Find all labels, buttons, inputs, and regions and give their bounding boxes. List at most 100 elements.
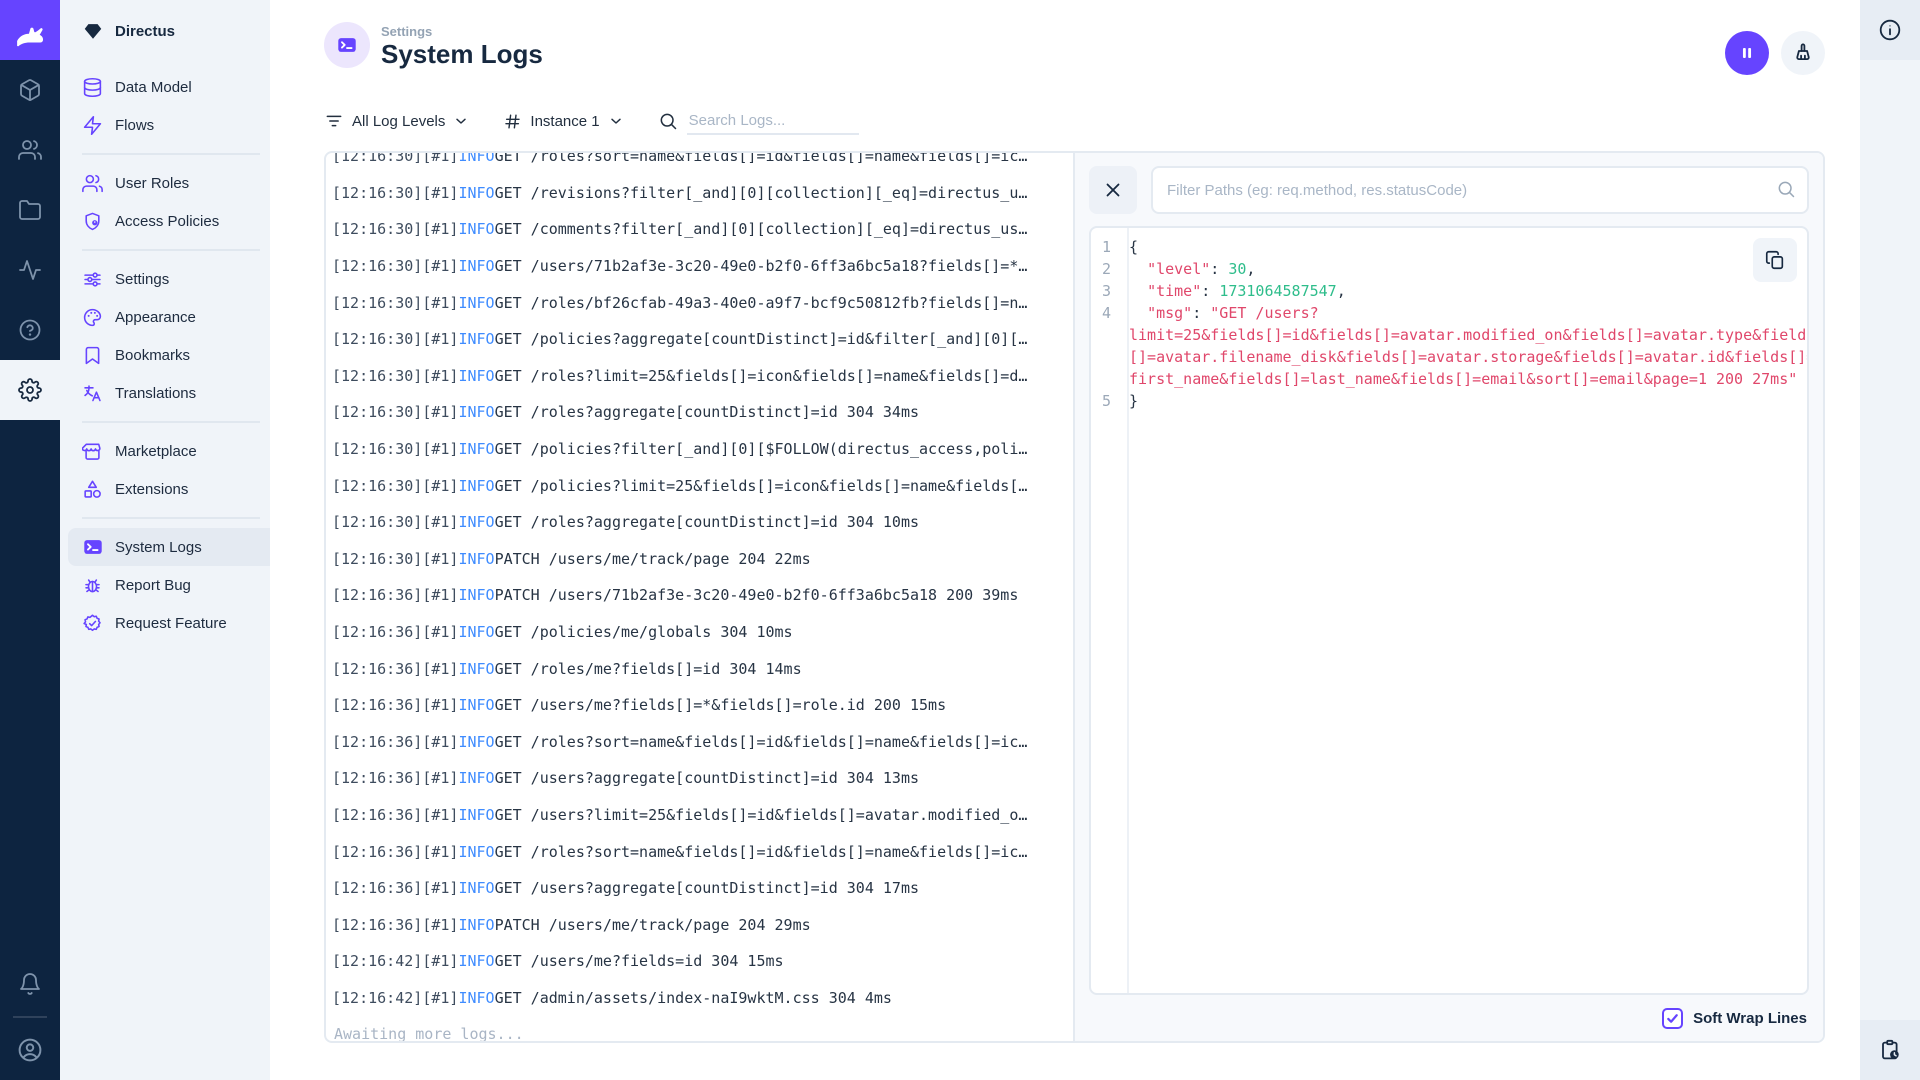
log-timestamp: [12:16:36] [332,915,423,934]
log-message: PATCH /users/me/track/page 204 22ms [494,549,811,568]
log-row[interactable]: [12:16:30] [#1] INFO GET /policies?limit… [332,467,1067,504]
project-header[interactable]: Directus [60,0,270,62]
log-instance: [#1] [422,403,459,422]
gem-icon [82,20,104,42]
log-row[interactable]: [12:16:30] [#1] INFO GET /users/71b2af3e… [332,248,1067,285]
log-message: GET /roles?aggregate[countDistinct]=id 3… [494,403,920,422]
code-text: "level": 30, [1147,260,1256,278]
log-level: INFO [458,842,495,861]
sidebar-item-data-model[interactable]: Data Model [60,68,270,106]
sidebar-item-flows[interactable]: Flows [60,106,270,144]
line-number: 3 [1101,282,1111,300]
badge-check-icon [82,613,103,634]
log-rows: [12:16:30] [#1] INFO GET /roles?sort=nam… [332,153,1067,1016]
log-row[interactable]: [12:16:30] [#1] INFO GET /roles?aggregat… [332,394,1067,431]
log-message: GET /roles?limit=25&fields[]=icon&fields… [494,366,1028,385]
log-row[interactable]: [12:16:30] [#1] INFO GET /policies?filte… [332,431,1067,468]
soft-wrap-label: Soft Wrap Lines [1693,1009,1807,1027]
code-line: first_name&fields[]=last_name&fields[]=e… [1091,368,1807,390]
log-row[interactable]: [12:16:36] [#1] INFO GET /roles/me?field… [332,650,1067,687]
log-row[interactable]: [12:16:36] [#1] INFO GET /policies/me/gl… [332,614,1067,651]
module-item-docs[interactable] [0,300,60,360]
terminal-icon [336,34,358,56]
log-row[interactable]: [12:16:36] [#1] INFO PATCH /users/71b2af… [332,577,1067,614]
detail-footer: Soft Wrap Lines [1075,995,1823,1041]
log-level: INFO [458,769,495,788]
log-level-dropdown[interactable]: All Log Levels [324,111,469,131]
log-row[interactable]: [12:16:30] [#1] INFO GET /revisions?filt… [332,175,1067,212]
soft-wrap-checkbox[interactable] [1662,1007,1684,1029]
log-row[interactable]: [12:16:42] [#1] INFO GET /users/me?field… [332,943,1067,980]
sidebar-item-report-bug[interactable]: Report Bug [60,566,270,604]
log-row[interactable]: [12:16:36] [#1] INFO GET /roles?sort=nam… [332,833,1067,870]
log-timestamp: [12:16:30] [332,513,423,532]
log-row[interactable]: [12:16:30] [#1] INFO GET /comments?filte… [332,211,1067,248]
sidebar-item-bookmarks[interactable]: Bookmarks [60,336,270,374]
info-icon [1878,18,1902,42]
sidebar-item-system-logs[interactable]: System Logs [68,528,270,566]
log-level: INFO [458,879,495,898]
log-message: GET /policies?filter[_and][0][$FOLLOW(di… [494,440,1028,459]
log-row[interactable]: [12:16:42] [#1] INFO GET /admin/assets/i… [332,980,1067,1017]
info-sidebar-button[interactable] [1860,0,1920,60]
code-line: 5} [1091,390,1807,412]
module-item-files[interactable] [0,180,60,240]
code-line: []=avatar.filename_disk&fields[]=avatar.… [1091,346,1807,368]
line-number: 4 [1101,304,1111,322]
log-row[interactable]: [12:16:36] [#1] INFO GET /users/me?field… [332,687,1067,724]
log-row[interactable]: [12:16:36] [#1] INFO GET /users?limit=25… [332,797,1067,834]
log-level: INFO [458,659,495,678]
log-row[interactable]: [12:16:36] [#1] INFO PATCH /users/me/tra… [332,906,1067,943]
sidebar-item-user-roles[interactable]: User Roles [60,164,270,202]
sidebar-item-translations[interactable]: Translations [60,374,270,412]
activity-sidebar-button[interactable] [1860,1020,1920,1080]
log-row[interactable]: [12:16:30] [#1] INFO GET /roles?aggregat… [332,504,1067,541]
log-message: GET /admin/assets/index-naI9wktM.css 304… [494,988,892,1007]
module-item-insights[interactable] [0,240,60,300]
log-row[interactable]: [12:16:30] [#1] INFO GET /policies?aggre… [332,321,1067,358]
sidebar-item-access-policies[interactable]: Access Policies [60,202,270,240]
sidebar-item-settings[interactable]: Settings [60,260,270,298]
sidebar-item-appearance[interactable]: Appearance [60,298,270,336]
sidebar-item-label: Settings [115,270,170,288]
module-item-content[interactable] [0,60,60,120]
log-row[interactable]: [12:16:36] [#1] INFO GET /roles?sort=nam… [332,724,1067,761]
sidebar-item-label: Translations [115,384,197,402]
log-message: PATCH /users/me/track/page 204 29ms [494,915,811,934]
sidebar: Directus Data Model Flows User Roles Access… [60,0,270,1080]
sidebar-item-label: Extensions [115,480,189,498]
gutter-divider [1127,228,1129,993]
copy-log-button[interactable] [1753,238,1797,282]
log-row[interactable]: [12:16:30] [#1] INFO GET /roles?sort=nam… [332,153,1067,175]
module-item-settings[interactable] [0,360,60,420]
close-icon [1102,179,1124,201]
module-item-account[interactable] [0,1020,60,1080]
log-row[interactable]: [12:16:36] [#1] INFO GET /users?aggregat… [332,760,1067,797]
log-instance: [#1] [422,153,459,166]
rabbit-icon [12,12,48,48]
directus-logo[interactable] [0,0,60,60]
sidebar-item-request-feature[interactable]: Request Feature [60,604,270,642]
log-timestamp: [12:16:30] [332,257,423,276]
code-lines: 1{2 "level": 30, 3 "time": 1731064587547,… [1091,228,1807,420]
search-logs-input[interactable] [686,107,859,135]
log-row[interactable]: [12:16:30] [#1] INFO GET /roles/bf26cfab… [332,284,1067,321]
log-row[interactable]: [12:16:30] [#1] INFO GET /roles?limit=25… [332,358,1067,395]
log-level: INFO [458,330,495,349]
log-level: INFO [458,513,495,532]
sidebar-item-marketplace[interactable]: Marketplace [60,432,270,470]
close-detail-button[interactable] [1089,166,1137,214]
filter-paths-input[interactable] [1151,166,1809,214]
code-line: 2 "level": 30, [1091,258,1807,280]
instance-dropdown[interactable]: Instance 1 [503,112,623,131]
log-instance: [#1] [422,549,459,568]
sidebar-item-extensions[interactable]: Extensions [60,470,270,508]
breadcrumb[interactable]: Settings [381,24,543,39]
code-line: 4 "msg": "GET /users? [1091,302,1807,324]
clear-logs-button[interactable] [1781,31,1825,75]
log-row[interactable]: [12:16:36] [#1] INFO GET /users?aggregat… [332,870,1067,907]
module-item-users[interactable] [0,120,60,180]
pause-logs-button[interactable] [1725,31,1769,75]
log-row[interactable]: [12:16:30] [#1] INFO PATCH /users/me/tra… [332,541,1067,578]
module-item-notifications[interactable] [0,954,60,1014]
